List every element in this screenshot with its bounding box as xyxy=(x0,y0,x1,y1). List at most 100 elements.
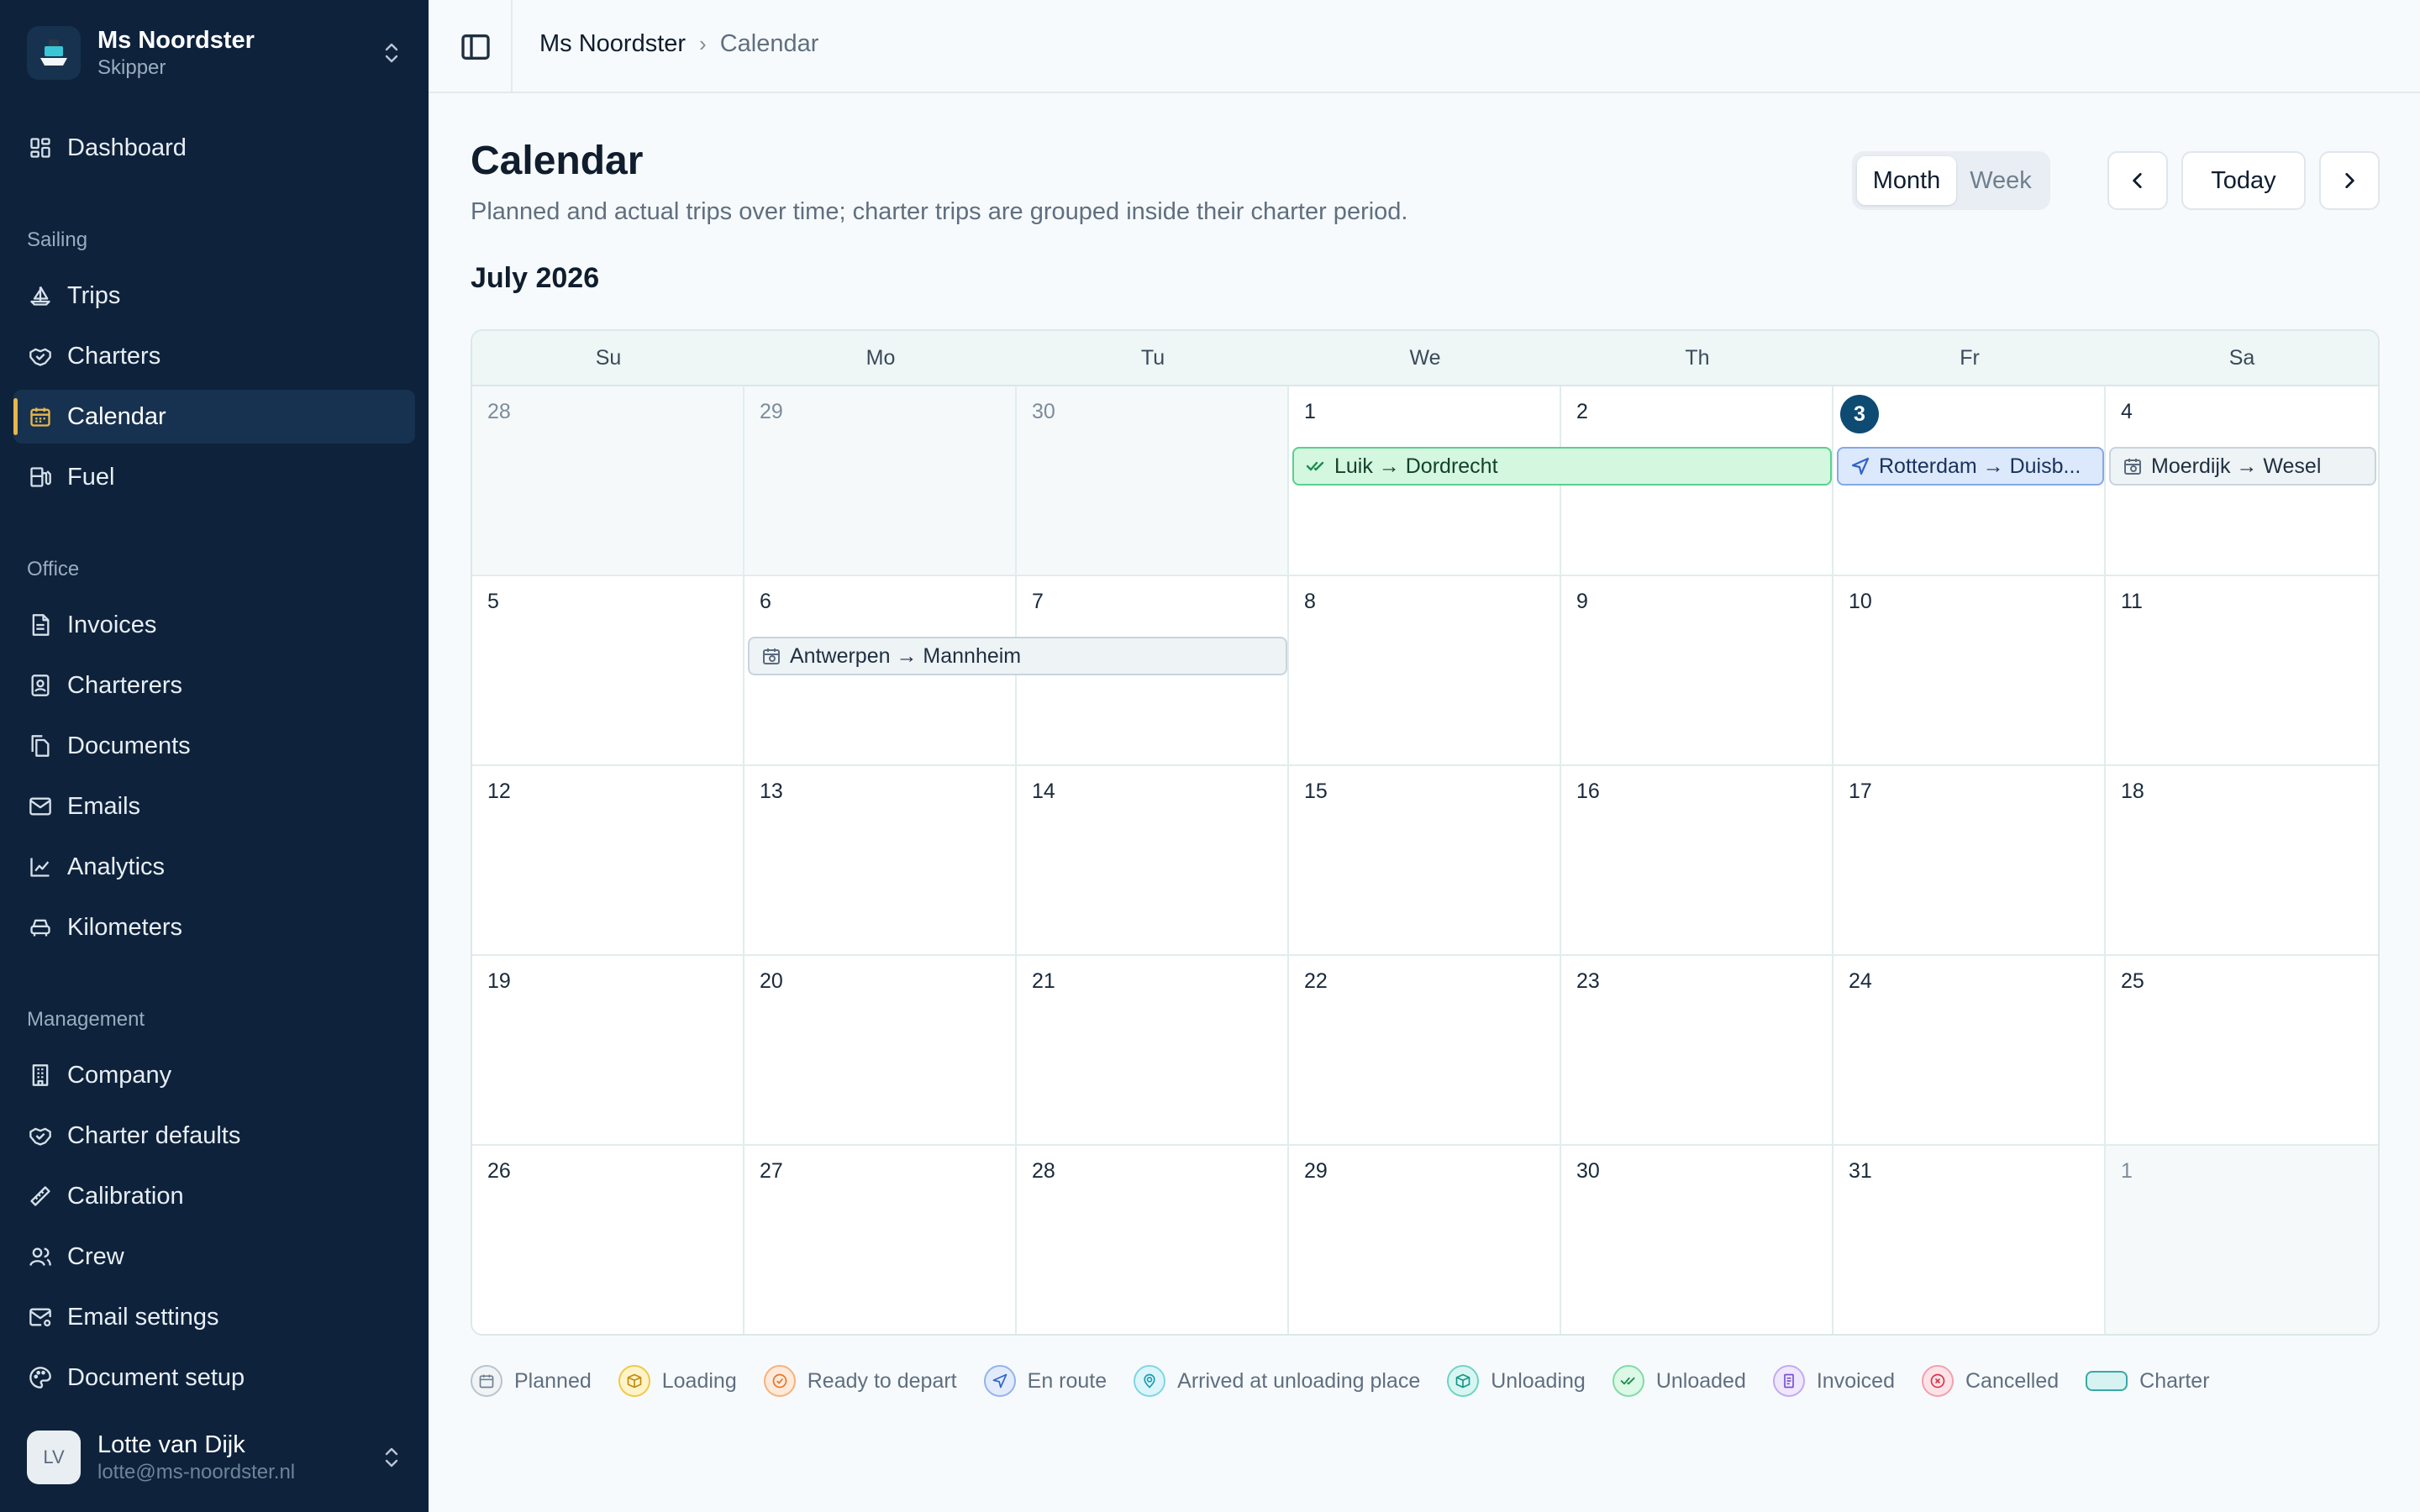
sidebar-item-trips[interactable]: Trips xyxy=(13,269,415,323)
day-number: 6 xyxy=(760,590,771,613)
view-week-button[interactable]: Week xyxy=(1956,156,2045,205)
day-cell[interactable]: 13 xyxy=(744,766,1017,954)
day-cell[interactable]: 1 xyxy=(2106,1146,2378,1334)
day-number: 23 xyxy=(1576,969,1600,993)
day-cell[interactable]: 28 xyxy=(1017,1146,1289,1334)
sidebar-item-kilometers[interactable]: Kilometers xyxy=(13,900,415,954)
legend-label: Unloading xyxy=(1491,1368,1586,1393)
day-cell[interactable]: 18 xyxy=(2106,766,2378,954)
car-icon xyxy=(27,914,54,941)
sidebar-item-crew[interactable]: Crew xyxy=(13,1230,415,1284)
sidebar-item-fuel[interactable]: Fuel xyxy=(13,450,415,504)
next-month-button[interactable] xyxy=(2319,151,2380,210)
sidebar-item-calibration[interactable]: Calibration xyxy=(13,1169,415,1223)
day-cell[interactable]: 31 xyxy=(1833,1146,2106,1334)
day-cell[interactable]: 25 xyxy=(2106,956,2378,1144)
weekday-label: Th xyxy=(1685,345,1710,370)
anchor-pin-icon xyxy=(1134,1365,1166,1397)
day-cell[interactable]: 21 xyxy=(1017,956,1289,1144)
day-cell[interactable]: 19 xyxy=(472,956,744,1144)
calendar-clock-icon xyxy=(2124,459,2141,475)
legend-item-cancelled: Cancelled xyxy=(1921,1365,2060,1397)
sidebar-item-emails[interactable]: Emails xyxy=(13,780,415,833)
day-cell[interactable]: 28 xyxy=(472,386,744,575)
day-cell[interactable]: 12 xyxy=(472,766,744,954)
day-number: 27 xyxy=(760,1159,783,1183)
event-label: Rotterdam → Duisb... xyxy=(1879,454,2081,478)
chevron-right-icon xyxy=(2345,173,2354,188)
weekday-label: Mo xyxy=(865,345,896,370)
day-cell[interactable]: 22 xyxy=(1289,956,1561,1144)
legend-label: Cancelled xyxy=(1965,1368,2060,1393)
day-cell[interactable]: 27 xyxy=(744,1146,1017,1334)
legend-item-ready-to-depart: Ready to depart xyxy=(763,1365,957,1397)
sailboat-icon xyxy=(27,282,54,309)
legend-item-charter: Charter xyxy=(2086,1369,2210,1394)
sidebar-item-calendar[interactable]: Calendar xyxy=(13,390,415,444)
day-cell[interactable]: 8 xyxy=(1289,576,1561,764)
day-cell[interactable]: 14 xyxy=(1017,766,1289,954)
day-cell[interactable]: 11 xyxy=(2106,576,2378,764)
page-title: Calendar xyxy=(471,139,644,183)
day-number: 26 xyxy=(487,1159,511,1183)
sidebar-toggle-icon[interactable] xyxy=(459,30,492,64)
section-label-sailing: Sailing xyxy=(27,228,88,251)
sidebar-item-charterers[interactable]: Charterers xyxy=(13,659,415,712)
sidebar-item-charter-defaults[interactable]: Charter defaults xyxy=(13,1109,415,1163)
sidebar-item-label: Trips xyxy=(67,281,121,309)
day-cell[interactable]: 10 xyxy=(1833,576,2106,764)
org-switcher[interactable]: Ms Noordster Skipper xyxy=(27,24,402,82)
trip-event-antwerpen-mannheim[interactable]: Antwerpen → Mannheim xyxy=(748,637,1287,675)
sidebar-item-document-setup[interactable]: Document setup xyxy=(13,1351,415,1404)
divider xyxy=(511,0,513,93)
trip-event-luik-dordrecht[interactable]: Luik → Dordrecht xyxy=(1292,447,1832,486)
page-subtitle: Planned and actual trips over time; char… xyxy=(471,198,1408,225)
day-cell[interactable]: 29 xyxy=(1289,1146,1561,1334)
sidebar-item-invoices[interactable]: Invoices xyxy=(13,598,415,652)
calendar-clock-icon xyxy=(471,1365,502,1397)
legend-label: Invoiced xyxy=(1816,1368,1895,1393)
day-number: 12 xyxy=(487,780,511,803)
day-cell[interactable]: 23 xyxy=(1561,956,1833,1144)
sidebar-item-company[interactable]: Company xyxy=(13,1048,415,1102)
day-cell[interactable]: 29 xyxy=(744,386,1017,575)
day-number: 22 xyxy=(1304,969,1328,993)
day-number: 24 xyxy=(1849,969,1872,993)
day-cell[interactable]: 20 xyxy=(744,956,1017,1144)
legend-item-planned: Planned xyxy=(471,1365,592,1397)
view-month-button[interactable]: Month xyxy=(1857,156,1956,205)
legend-label: Unloaded xyxy=(1655,1368,1746,1393)
sidebar-item-analytics[interactable]: Analytics xyxy=(13,840,415,894)
calendar-week: 12 13 14 15 16 17 18 xyxy=(472,766,2378,956)
day-cell[interactable]: 24 xyxy=(1833,956,2106,1144)
legend-item-arrived: Arrived at unloading place xyxy=(1134,1365,1420,1397)
sidebar-item-email-settings[interactable]: Email settings xyxy=(13,1290,415,1344)
user-menu[interactable]: LV Lotte van Dijk lotte@ms-noordster.nl xyxy=(27,1428,402,1487)
trip-event-moerdijk-wesel[interactable]: Moerdijk → Wesel xyxy=(2109,447,2376,486)
sidebar-item-label: Calibration xyxy=(67,1182,184,1210)
day-cell[interactable]: 5 xyxy=(472,576,744,764)
sidebar-item-dashboard[interactable]: Dashboard xyxy=(13,121,415,175)
day-cell[interactable]: 30 xyxy=(1017,386,1289,575)
day-number: 7 xyxy=(1032,590,1044,613)
calendar-grid: Su Mo Tu We Th Fr Sa 28 29 30 1 2 3 4 5 … xyxy=(471,329,2380,1336)
day-cell[interactable]: 26 xyxy=(472,1146,744,1334)
sidebar-item-charters[interactable]: Charters xyxy=(13,329,415,383)
sidebar-item-label: Company xyxy=(67,1061,172,1089)
day-cell[interactable]: 17 xyxy=(1833,766,2106,954)
day-cell[interactable]: 30 xyxy=(1561,1146,1833,1334)
day-cell[interactable]: 16 xyxy=(1561,766,1833,954)
day-cell[interactable]: 9 xyxy=(1561,576,1833,764)
breadcrumb-root[interactable]: Ms Noordster xyxy=(539,30,686,58)
check-check-icon xyxy=(1306,461,1324,471)
weekday-label: Fr xyxy=(1960,345,1980,370)
sidebar-item-documents[interactable]: Documents xyxy=(13,719,415,773)
trip-event-rotterdam-duisburg[interactable]: Rotterdam → Duisb... xyxy=(1837,447,2104,486)
dashboard-icon xyxy=(27,134,54,161)
day-number: 9 xyxy=(1576,590,1588,613)
sidebar-item-label: Calendar xyxy=(67,402,166,430)
day-cell[interactable]: 15 xyxy=(1289,766,1561,954)
previous-month-button[interactable] xyxy=(2107,151,2168,210)
day-number: 21 xyxy=(1032,969,1055,993)
today-button[interactable]: Today xyxy=(2181,151,2306,210)
